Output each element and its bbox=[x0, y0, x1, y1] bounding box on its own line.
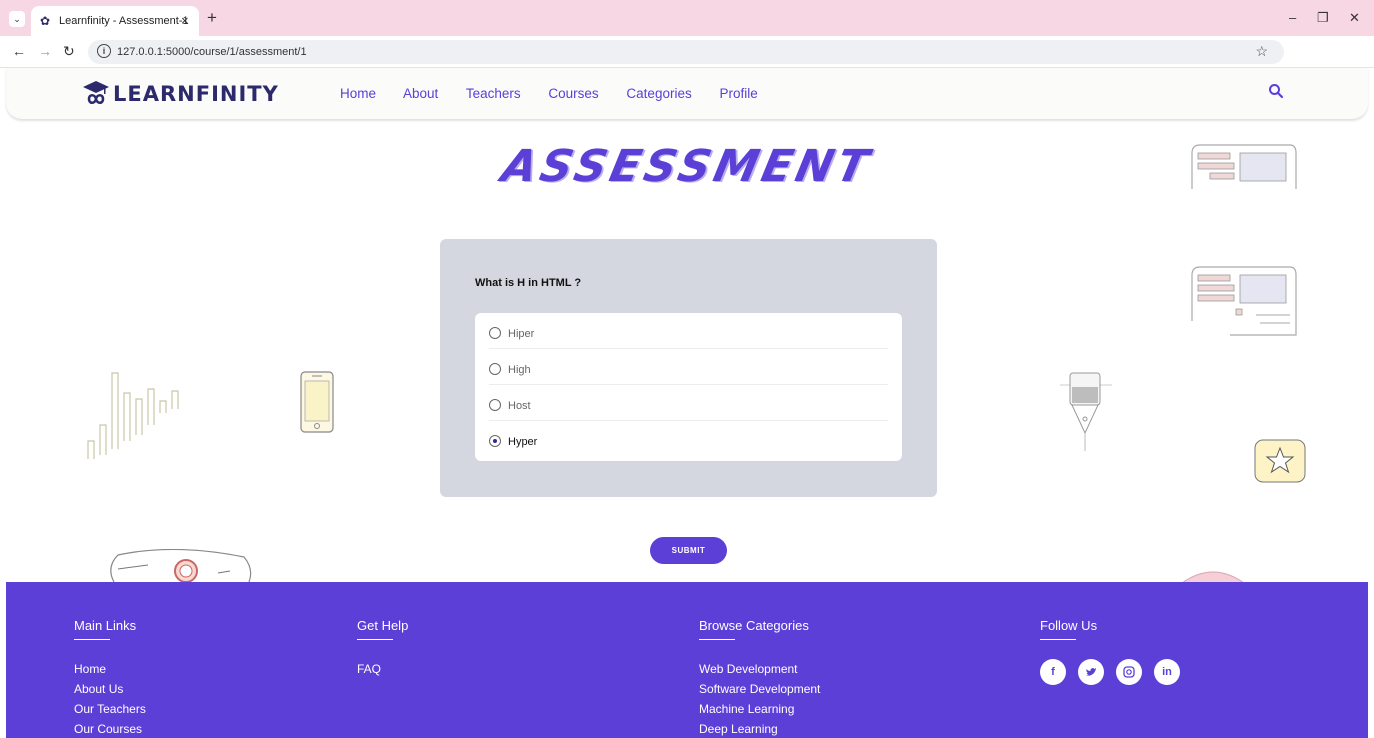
nav-categories[interactable]: Categories bbox=[626, 86, 691, 101]
footer-link-machine-learning[interactable]: Machine Learning bbox=[699, 699, 820, 719]
reload-icon[interactable]: ↻ bbox=[63, 43, 75, 60]
bookmark-star-icon[interactable]: ☆ bbox=[1255, 43, 1268, 60]
footer-link-courses[interactable]: Our Courses bbox=[74, 719, 146, 738]
main-content: ASSESSMENT What is H in HTML ? Hiper Hig… bbox=[0, 119, 1374, 583]
answer-option[interactable]: High bbox=[489, 349, 888, 385]
nav-teachers[interactable]: Teachers bbox=[466, 86, 521, 101]
nav-courses[interactable]: Courses bbox=[548, 86, 598, 101]
option-label: Hyper bbox=[508, 436, 538, 448]
minimize-icon[interactable]: – bbox=[1289, 10, 1296, 25]
footer-heading: Main Links bbox=[74, 618, 137, 633]
site-footer: Main Links Home About Us Our Teachers Ou… bbox=[6, 582, 1368, 738]
radio-button[interactable] bbox=[489, 327, 501, 339]
tab-search-icon[interactable]: ⌄ bbox=[9, 11, 25, 27]
document-illustration-icon bbox=[1191, 266, 1297, 336]
window-close-icon[interactable]: ✕ bbox=[1349, 10, 1360, 26]
nav-about[interactable]: About bbox=[403, 86, 438, 101]
footer-link-software-development[interactable]: Software Development bbox=[699, 679, 820, 699]
back-icon[interactable]: ← bbox=[12, 43, 26, 59]
document-illustration-icon bbox=[1191, 144, 1297, 189]
footer-main-links: Main Links Home About Us Our Teachers Ou… bbox=[74, 618, 146, 738]
radio-button[interactable] bbox=[489, 399, 501, 411]
footer-link-teachers[interactable]: Our Teachers bbox=[74, 699, 146, 719]
heading-underline bbox=[1040, 639, 1076, 640]
site-info-icon[interactable]: i bbox=[97, 44, 111, 58]
footer-link-about[interactable]: About Us bbox=[74, 679, 146, 699]
main-nav: Home About Teachers Courses Categories P… bbox=[340, 86, 782, 101]
answer-option-selected[interactable]: Hyper bbox=[489, 421, 888, 457]
footer-link-faq[interactable]: FAQ bbox=[357, 659, 408, 679]
answer-option[interactable]: Hiper bbox=[489, 313, 888, 349]
tab-close-icon[interactable]: × bbox=[181, 13, 189, 28]
certificate-illustration-icon bbox=[110, 549, 252, 583]
footer-heading: Follow Us bbox=[1040, 618, 1098, 633]
logo-text: LEARNFINITY bbox=[113, 82, 279, 106]
option-label: High bbox=[508, 364, 531, 376]
footer-browse-categories: Browse Categories Web Development Softwa… bbox=[699, 618, 820, 738]
option-label: Hiper bbox=[508, 328, 535, 340]
search-icon[interactable] bbox=[1268, 83, 1284, 99]
footer-heading: Get Help bbox=[357, 618, 409, 633]
linkedin-icon[interactable]: in bbox=[1154, 659, 1180, 685]
nav-home[interactable]: Home bbox=[340, 86, 376, 101]
option-label: Host bbox=[508, 400, 531, 412]
logo-icon bbox=[83, 81, 109, 105]
new-tab-icon[interactable]: + bbox=[207, 8, 217, 28]
question-text: What is H in HTML ? bbox=[475, 277, 582, 289]
instagram-icon[interactable] bbox=[1116, 659, 1142, 685]
footer-get-help: Get Help FAQ bbox=[357, 618, 408, 679]
browser-tab-active[interactable]: ✿ Learnfinity - Assessment-1 × bbox=[31, 6, 199, 36]
tab-title: Learnfinity - Assessment-1 bbox=[59, 15, 189, 27]
forward-icon[interactable]: → bbox=[38, 43, 52, 59]
star-illustration-icon bbox=[1254, 439, 1306, 483]
footer-link-web-development[interactable]: Web Development bbox=[699, 659, 820, 679]
submit-button[interactable]: SUBMIT bbox=[650, 537, 727, 564]
answer-option[interactable]: Host bbox=[489, 385, 888, 421]
footer-heading: Browse Categories bbox=[699, 618, 809, 633]
bar-chart-illustration-icon bbox=[87, 372, 179, 459]
restore-icon[interactable]: ❐ bbox=[1317, 10, 1329, 26]
page-title: ASSESSMENT bbox=[497, 141, 877, 192]
facebook-icon[interactable]: f bbox=[1040, 659, 1066, 685]
browser-tabbar: ⌄ ✿ Learnfinity - Assessment-1 × + – ❐ ✕ bbox=[0, 0, 1374, 36]
question-card: What is H in HTML ? Hiper High Host Hype… bbox=[440, 239, 937, 497]
address-bar[interactable]: i 127.0.0.1:5000/course/1/assessment/1 ☆ bbox=[88, 40, 1284, 64]
footer-link-home[interactable]: Home bbox=[74, 659, 146, 679]
heading-underline bbox=[357, 639, 393, 640]
nav-profile[interactable]: Profile bbox=[719, 86, 757, 101]
footer-follow-us: Follow Us f in bbox=[1040, 618, 1180, 685]
twitter-icon[interactable] bbox=[1078, 659, 1104, 685]
site-header: LEARNFINITY Home About Teachers Courses … bbox=[6, 68, 1368, 119]
answer-options: Hiper High Host Hyper bbox=[475, 313, 902, 461]
tab-favicon-icon: ✿ bbox=[40, 14, 51, 28]
heading-underline bbox=[74, 639, 110, 640]
pen-nib-illustration-icon bbox=[1060, 372, 1112, 451]
phone-illustration-icon bbox=[300, 371, 334, 433]
browser-toolbar: ← → ↻ i 127.0.0.1:5000/course/1/assessme… bbox=[0, 36, 1374, 94]
radio-button-checked[interactable] bbox=[489, 435, 501, 447]
social-links: f in bbox=[1040, 659, 1180, 685]
heading-underline bbox=[699, 639, 735, 640]
radio-button[interactable] bbox=[489, 363, 501, 375]
footer-link-deep-learning[interactable]: Deep Learning bbox=[699, 719, 820, 738]
url-text[interactable]: 127.0.0.1:5000/course/1/assessment/1 bbox=[117, 46, 307, 58]
decorative-circle-icon bbox=[1181, 571, 1245, 583]
